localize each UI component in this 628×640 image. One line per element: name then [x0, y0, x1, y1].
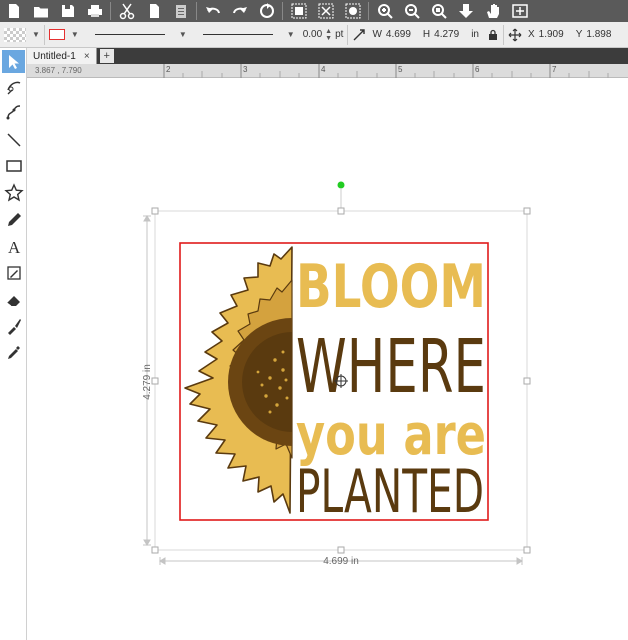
open-folder-icon[interactable]: [27, 0, 54, 22]
paste-icon[interactable]: [167, 0, 194, 22]
main-toolbar: [0, 0, 628, 22]
lock-icon[interactable]: [487, 29, 499, 41]
ruler-tick-label: 5: [398, 65, 403, 74]
toolbar-divider: [368, 2, 369, 20]
design-canvas[interactable]: BLOOM WHERE you are PLANTED 4.699 in 4.2…: [27, 78, 628, 640]
dash-style-select[interactable]: ▼: [191, 22, 299, 48]
pan-hand-icon[interactable]: [479, 0, 506, 22]
line-style-select[interactable]: ▼: [83, 22, 191, 48]
property-bar: ▼ ▼ ▼ ▼ 0.00 ▲ ▼ pt W 4.699 H 4.279 in X …: [0, 22, 628, 48]
design-text-where: WHERE: [296, 324, 486, 410]
y-label: Y: [575, 29, 583, 40]
node-edit-icon[interactable]: [2, 75, 25, 98]
design-text-planted: PLANTED: [296, 457, 484, 527]
pencil-tool-icon[interactable]: [2, 208, 25, 231]
add-tab-button[interactable]: +: [99, 49, 114, 63]
eraser-tool-icon[interactable]: [2, 288, 25, 311]
star-tool-icon[interactable]: [2, 181, 25, 204]
group-icon[interactable]: [285, 0, 312, 22]
rotate-handle[interactable]: [337, 181, 345, 189]
chevron-down-icon[interactable]: ▼: [287, 30, 295, 39]
cut-icon[interactable]: [113, 0, 140, 22]
tab-untitled-1[interactable]: Untitled-1 ×: [27, 48, 97, 64]
width-label: W: [372, 29, 382, 40]
refresh-icon[interactable]: [253, 0, 280, 22]
resize-handle-br[interactable]: [523, 546, 531, 554]
resize-handle-bl[interactable]: [151, 546, 159, 554]
toolbar-divider: [282, 2, 283, 20]
resize-handle-tr[interactable]: [523, 207, 531, 215]
chevron-down-icon[interactable]: ▼: [179, 30, 187, 39]
ruler-tick-label: 3: [243, 65, 248, 74]
y-field[interactable]: 1.898: [586, 29, 611, 40]
line-style-sample: [94, 34, 165, 35]
stroke-width-stepper[interactable]: ▲ ▼: [325, 28, 332, 42]
ruler-tick-label: 6: [475, 65, 480, 74]
redo-icon[interactable]: [226, 0, 253, 22]
position-group: X 1.909 Y 1.898: [504, 22, 615, 48]
stroke-unit-label: pt: [335, 29, 344, 40]
line-tool-icon[interactable]: [2, 128, 25, 151]
height-label: H: [422, 29, 431, 40]
zoom-fit-icon[interactable]: [425, 0, 452, 22]
knife-tool-icon[interactable]: [2, 314, 25, 337]
tool-palette: A: [0, 48, 27, 640]
resize-handle-bc[interactable]: [337, 546, 345, 554]
toolbar-divider: [110, 2, 111, 20]
fill-swatch[interactable]: [4, 27, 26, 42]
document-tabbar: Untitled-1 × +: [27, 48, 628, 64]
ungroup-icon[interactable]: [312, 0, 339, 22]
stroke-width-value[interactable]: 0.00: [303, 29, 322, 40]
undo-icon[interactable]: [199, 0, 226, 22]
zoom-out-icon[interactable]: [398, 0, 425, 22]
horizontal-ruler: 3.867 , 7.790 2 3 4 5 6 7: [27, 64, 628, 78]
x-field[interactable]: 1.909: [539, 29, 564, 40]
resize-handle-tc[interactable]: [337, 207, 345, 215]
height-field[interactable]: 4.279: [434, 29, 459, 40]
size-unit-label: in: [471, 29, 479, 40]
stroke-width-field[interactable]: 0.00 ▲ ▼ pt: [299, 22, 348, 48]
x-label: X: [527, 29, 535, 40]
ruler-tick-label: 7: [552, 65, 557, 74]
move-arrows-icon: [508, 28, 522, 41]
text-tool-icon[interactable]: A: [2, 235, 25, 258]
print-icon[interactable]: [81, 0, 108, 22]
curve-tool-icon[interactable]: [2, 100, 25, 123]
resize-handle-tl[interactable]: [151, 207, 159, 215]
svg-text:A: A: [8, 238, 21, 256]
sunflower-graphic: [184, 246, 293, 514]
toolbar-divider: [196, 2, 197, 20]
tab-label: Untitled-1: [33, 50, 76, 62]
chevron-down-icon[interactable]: ▼: [71, 30, 79, 39]
resize-arrow-icon: [353, 28, 366, 40]
fill-color-picker[interactable]: ▼: [0, 22, 44, 48]
zoom-select-icon[interactable]: [506, 0, 533, 22]
select-arrow-icon[interactable]: [2, 50, 25, 73]
ruler-ticks: [163, 64, 609, 78]
close-icon[interactable]: ×: [84, 51, 90, 62]
media-icon[interactable]: [339, 0, 366, 22]
ruler-tick-label: 2: [166, 65, 171, 74]
height-dimension-label: 4.279 in: [142, 364, 153, 400]
width-field[interactable]: 4.699: [386, 29, 411, 40]
copy-icon[interactable]: [140, 0, 167, 22]
rectangle-tool-icon[interactable]: [2, 154, 25, 177]
width-dimension-label: 4.699 in: [323, 556, 359, 567]
dash-style-sample: [202, 34, 273, 35]
save-icon[interactable]: [54, 0, 81, 22]
design-text-bloom: BLOOM: [296, 252, 486, 322]
line-color-picker[interactable]: ▼: [45, 22, 83, 48]
move-down-icon[interactable]: [452, 0, 479, 22]
zoom-in-icon[interactable]: [371, 0, 398, 22]
chevron-down-icon[interactable]: ▼: [32, 30, 40, 39]
canvas-svg: BLOOM WHERE you are PLANTED 4.699 in 4.2…: [142, 181, 531, 567]
edit-doc-icon[interactable]: [2, 261, 25, 284]
eyedropper-tool-icon[interactable]: [2, 340, 25, 363]
ruler-tick-label: 4: [321, 65, 326, 74]
new-document-icon[interactable]: [0, 0, 27, 22]
size-group: W 4.699 H 4.279 in: [348, 22, 503, 48]
line-color-swatch[interactable]: [48, 29, 65, 40]
resize-handle-mr[interactable]: [523, 377, 531, 385]
